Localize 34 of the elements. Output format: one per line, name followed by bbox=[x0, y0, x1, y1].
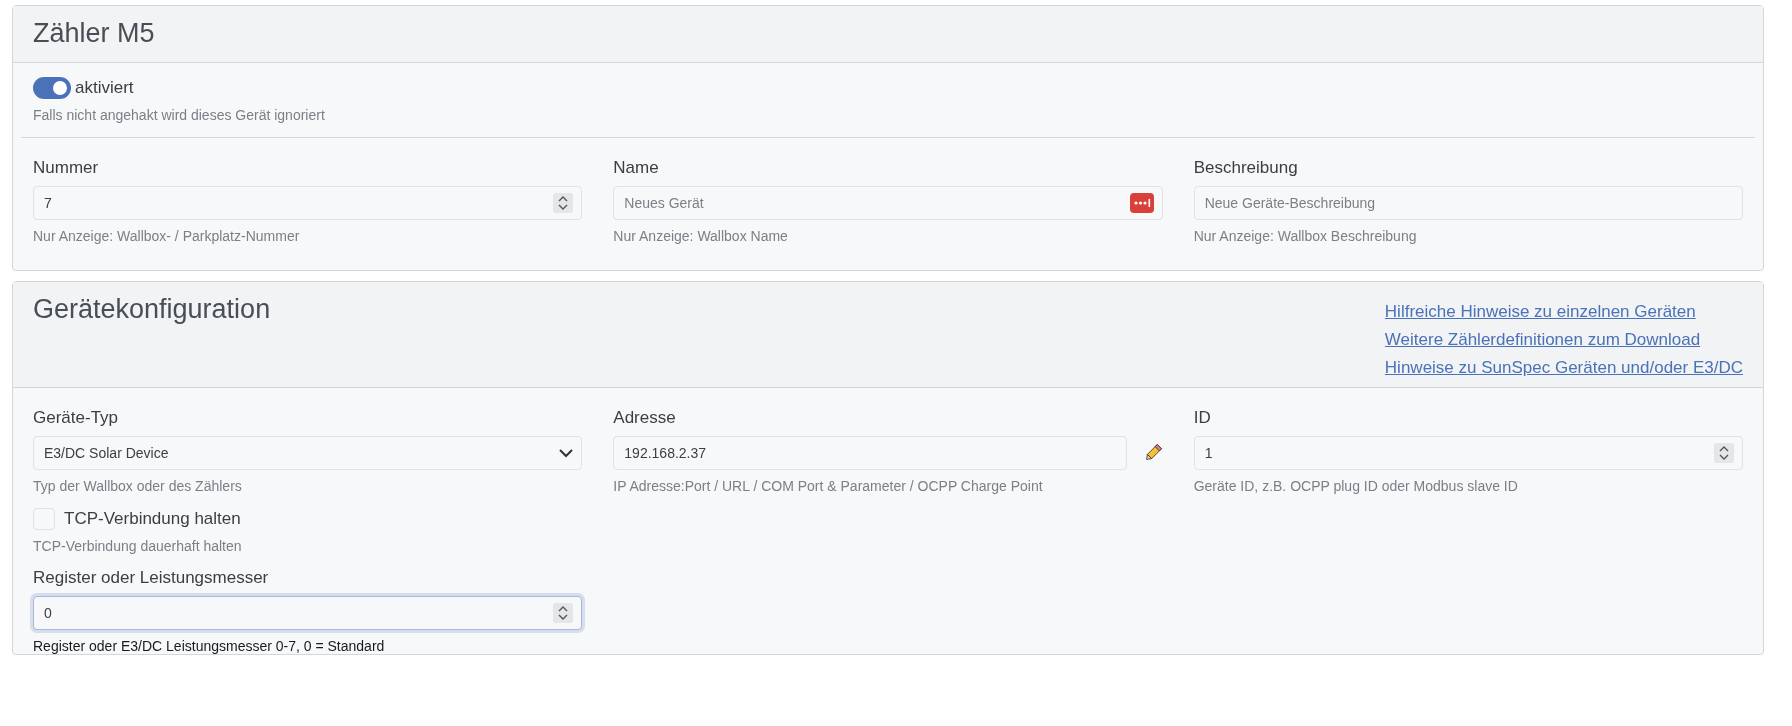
help-link[interactable]: Weitere Zählerdefinitionen zum Download bbox=[1384, 326, 1701, 354]
input-field[interactable]: 192.168.2.37 bbox=[613, 436, 1127, 470]
field-label: Geräte-Typ bbox=[33, 408, 120, 428]
input-field[interactable]: Neues Gerät bbox=[613, 186, 1163, 220]
help-text: Nur Anzeige: Wallbox Beschreibung bbox=[1193, 228, 1418, 244]
select-field[interactable]: E3/DC Solar Device bbox=[33, 436, 583, 470]
switch-label: aktiviert bbox=[75, 78, 134, 98]
input-field[interactable]: 0 bbox=[33, 596, 583, 630]
input-field[interactable]: Neue Geräte-Beschreibung bbox=[1193, 186, 1743, 220]
password-manager-icon[interactable] bbox=[1129, 193, 1154, 213]
field-label: Register oder Leistungsmesser bbox=[33, 568, 270, 588]
field-label: Beschreibung bbox=[1193, 158, 1299, 178]
checkbox-label: TCP-Verbindung halten bbox=[64, 509, 241, 529]
card-title: Gerätekonfiguration bbox=[33, 293, 271, 326]
toggle-switch[interactable] bbox=[33, 77, 71, 99]
field-label: ID bbox=[1193, 408, 1212, 428]
field-label: Name bbox=[613, 158, 660, 178]
card-title: Zähler M5 bbox=[33, 17, 155, 50]
caret-icon[interactable] bbox=[559, 448, 574, 458]
checkbox[interactable] bbox=[33, 508, 55, 530]
input-field[interactable]: 1 bbox=[1193, 436, 1743, 470]
field-label: Adresse bbox=[613, 408, 677, 428]
field-label: Nummer bbox=[33, 158, 100, 178]
help-text: Falls nicht angehakt wird dieses Gerät ignoriert bbox=[33, 107, 326, 123]
help-text: TCP-Verbindung dauerhaft halten bbox=[33, 538, 243, 554]
help-text: IP Adresse:Port / URL / COM Port & Parameter / OCPP Charge Point bbox=[613, 478, 1044, 494]
help-text: Typ der Wallbox oder des Zählers bbox=[33, 478, 243, 494]
help-text: Nur Anzeige: Wallbox Name bbox=[613, 228, 789, 244]
help-link[interactable]: Hilfreiche Hinweise zu einzelnen Geräten bbox=[1384, 298, 1696, 326]
help-link[interactable]: Hinweise zu SunSpec Geräten und/oder E3/DC bbox=[1384, 354, 1743, 382]
help-text: Register oder E3/DC Leistungsmesser 0-7, 0 = Standard bbox=[33, 638, 386, 654]
input-field[interactable]: 7 bbox=[33, 186, 583, 220]
help-text: Nur Anzeige: Wallbox- / Parkplatz-Nummer bbox=[33, 228, 301, 244]
help-text: Geräte ID, z.B. OCPP plug ID oder Modbus slave ID bbox=[1193, 478, 1519, 494]
